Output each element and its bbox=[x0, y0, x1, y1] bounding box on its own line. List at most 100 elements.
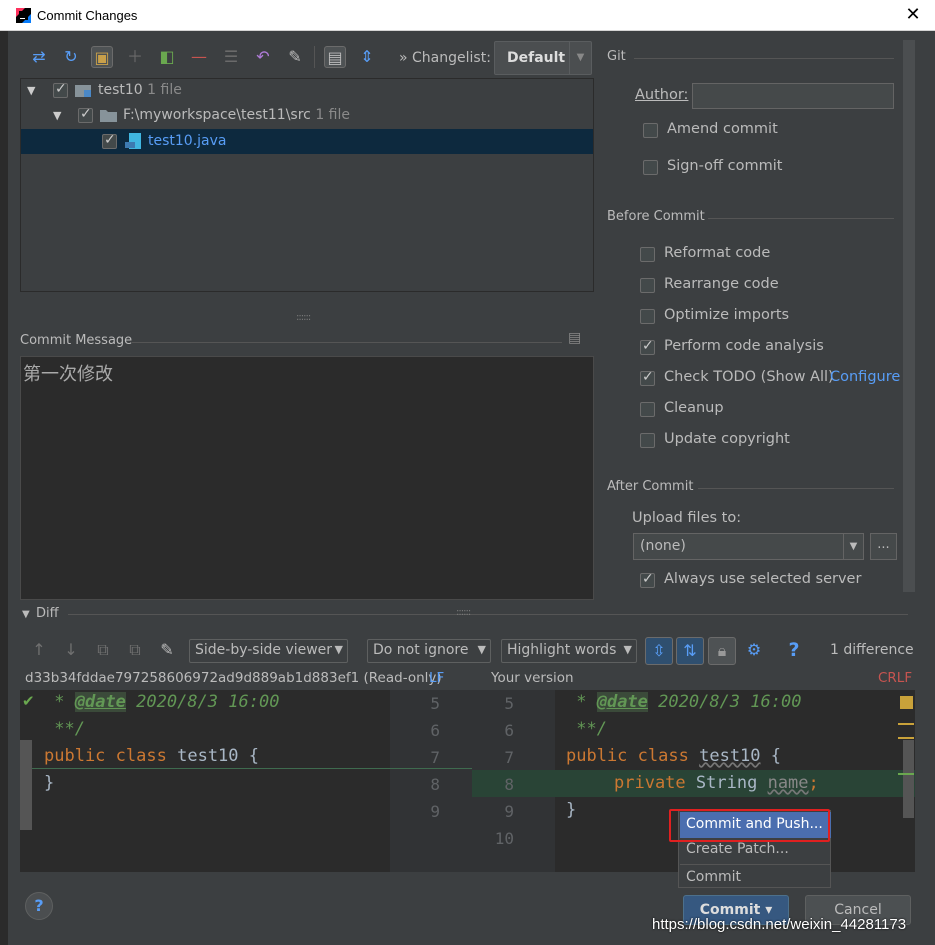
tree-root-row[interactable]: ▼ test10 1 file bbox=[21, 79, 593, 104]
edit-source-icon[interactable]: ✎ bbox=[156, 639, 178, 661]
folder-checkbox[interactable] bbox=[78, 106, 93, 123]
before-commit-section-label: Before Commit bbox=[607, 209, 705, 224]
author-label: Author: bbox=[635, 87, 689, 103]
right-line-number: 10 bbox=[494, 829, 514, 848]
expand-all-icon[interactable]: ⇕ bbox=[356, 46, 378, 68]
before-commit-checkbox[interactable] bbox=[640, 338, 655, 355]
left-code-line-5: * @date 2020/8/3 16:00 bbox=[44, 692, 280, 712]
left-code-line-6: **/ bbox=[44, 719, 85, 739]
left-line-number: 8 bbox=[430, 775, 440, 794]
git-divider bbox=[634, 58, 894, 59]
tree-file-row[interactable]: test10.java bbox=[21, 129, 593, 154]
author-input[interactable] bbox=[692, 83, 894, 109]
tree-folder-label: F:\myworkspace\test11\src 1 file bbox=[123, 107, 350, 123]
dropdown-arrow-icon: ▼ bbox=[334, 643, 343, 656]
menu-item-commit[interactable]: Commit bbox=[680, 864, 831, 890]
group-by-icon[interactable]: ▣ bbox=[91, 46, 113, 68]
right-line-separator[interactable]: CRLF bbox=[878, 670, 912, 686]
configure-todo-link[interactable]: Configure bbox=[830, 369, 900, 385]
right-code-line-5: * @date 2020/8/3 16:00 bbox=[566, 692, 802, 712]
left-line-number: 7 bbox=[430, 748, 440, 767]
before-commit-checkbox[interactable] bbox=[640, 369, 655, 386]
before-commit-checkbox[interactable] bbox=[640, 278, 655, 293]
help-icon[interactable]: ? bbox=[783, 639, 805, 661]
remove-icon[interactable]: — bbox=[188, 46, 210, 68]
file-checkbox[interactable] bbox=[102, 132, 117, 149]
diff-splitter-handle[interactable]: :::::: bbox=[456, 607, 471, 618]
always-use-server-checkbox[interactable] bbox=[640, 571, 655, 588]
right-line-number: 8 bbox=[504, 775, 514, 794]
tree-folder-row[interactable]: ▼ F:\myworkspace\test11\src 1 file bbox=[21, 104, 593, 129]
changelist-value: Default bbox=[507, 50, 566, 66]
help-button[interactable]: ? bbox=[25, 892, 53, 920]
signoff-commit-checkbox[interactable] bbox=[643, 160, 658, 175]
expand-triangle-icon[interactable]: ▼ bbox=[53, 109, 61, 122]
diff-right-header: Your version bbox=[491, 670, 574, 686]
expand-triangle-icon[interactable]: ▼ bbox=[27, 84, 35, 97]
root-checkbox[interactable] bbox=[53, 81, 68, 98]
diff-left-header: d33b34fddae797258606972ad9d889ab1d883ef1… bbox=[25, 670, 442, 686]
commit-message-input[interactable]: 第一次修改 bbox=[20, 356, 594, 600]
changelist-select[interactable]: Default ▼ bbox=[494, 41, 592, 75]
commit-message-divider bbox=[132, 342, 562, 343]
annotation-highlight-box bbox=[669, 809, 830, 842]
expand-chevron-icon[interactable]: » bbox=[399, 50, 408, 66]
insertion-marker-line bbox=[20, 768, 472, 769]
options-scrollbar[interactable] bbox=[903, 40, 915, 592]
diff-section-label: Diff bbox=[36, 606, 59, 621]
commit-message-label: Commit Message bbox=[20, 333, 133, 348]
chevron-down-icon[interactable]: ▼ bbox=[843, 534, 863, 559]
commit-message-text: 第一次修改 bbox=[23, 364, 113, 385]
refresh-icon[interactable]: ↻ bbox=[60, 46, 82, 68]
changes-tree: ▼ test10 1 file ▼ F:\myworkspace\test11\… bbox=[20, 78, 594, 292]
upload-files-label: Upload files to: bbox=[632, 510, 742, 526]
watermark-text: https://blog.csdn.net/weixin_44281173 bbox=[652, 916, 907, 933]
lock-icon[interactable]: 🔒︎ bbox=[708, 637, 736, 665]
sync-scroll-icon[interactable]: ⇅ bbox=[676, 637, 704, 665]
recent-messages-icon[interactable]: ▤ bbox=[568, 330, 586, 348]
warning-stripe bbox=[898, 723, 914, 725]
difference-count: 1 difference bbox=[830, 642, 914, 658]
left-line-number: 9 bbox=[430, 802, 440, 821]
ignore-whitespace-select[interactable]: Do not ignore ▼ bbox=[367, 639, 491, 663]
move-to-changelist-icon[interactable]: ◧ bbox=[156, 46, 178, 68]
before-commit-checkbox[interactable] bbox=[640, 402, 655, 417]
before-commit-checkbox[interactable] bbox=[640, 309, 655, 324]
before-commit-divider bbox=[708, 218, 894, 219]
right-code-line-9: } bbox=[566, 800, 577, 820]
left-pane-scrollbar[interactable] bbox=[20, 740, 32, 830]
right-code-line-7: public class test10 { bbox=[566, 746, 782, 766]
move-diff-icon[interactable]: ⇄ bbox=[28, 46, 50, 68]
inspection-status-icon[interactable] bbox=[900, 696, 913, 709]
amend-commit-checkbox[interactable] bbox=[643, 123, 658, 138]
diff-left-pane[interactable] bbox=[20, 690, 390, 872]
collapse-unchanged-icon[interactable]: ⇳ bbox=[645, 637, 673, 665]
upload-server-select[interactable]: (none) ▼ bbox=[633, 533, 864, 560]
highlight-select[interactable]: Highlight words ▼ bbox=[501, 639, 637, 663]
previous-file-icon[interactable]: ⧉ bbox=[92, 639, 114, 661]
before-commit-checkbox[interactable] bbox=[640, 433, 655, 448]
rollback-icon[interactable]: ↶ bbox=[252, 46, 274, 68]
settings-gear-icon[interactable]: ⚙ bbox=[743, 639, 765, 661]
left-line-number: 6 bbox=[430, 721, 440, 740]
splitter-handle[interactable]: :::::: bbox=[296, 312, 311, 323]
module-icon bbox=[75, 83, 93, 98]
right-line-number: 6 bbox=[504, 721, 514, 740]
viewer-select[interactable]: Side-by-side viewer ▼ bbox=[189, 639, 348, 663]
add-icon[interactable]: ＋ bbox=[124, 46, 146, 68]
after-commit-section-label: After Commit bbox=[607, 479, 694, 494]
next-file-icon[interactable]: ⧉ bbox=[124, 639, 146, 661]
close-icon[interactable]: ✕ bbox=[902, 3, 924, 27]
show-diff-icon[interactable]: ☰ bbox=[220, 46, 242, 68]
previous-difference-icon[interactable]: ↑ bbox=[28, 639, 50, 661]
before-commit-checkbox[interactable] bbox=[640, 247, 655, 262]
folder-icon bbox=[100, 108, 118, 123]
left-line-separator[interactable]: LF bbox=[429, 670, 444, 686]
edit-source-icon[interactable]: ✎ bbox=[284, 46, 306, 68]
show-ignored-icon[interactable]: ▤ bbox=[324, 46, 346, 68]
next-difference-icon[interactable]: ↓ bbox=[60, 639, 82, 661]
right-pane-scrollbar[interactable] bbox=[903, 740, 914, 818]
browse-servers-button[interactable]: ... bbox=[870, 533, 897, 560]
chevron-down-icon[interactable]: ▼ bbox=[569, 42, 591, 74]
collapse-triangle-icon[interactable]: ▼ bbox=[22, 609, 30, 620]
